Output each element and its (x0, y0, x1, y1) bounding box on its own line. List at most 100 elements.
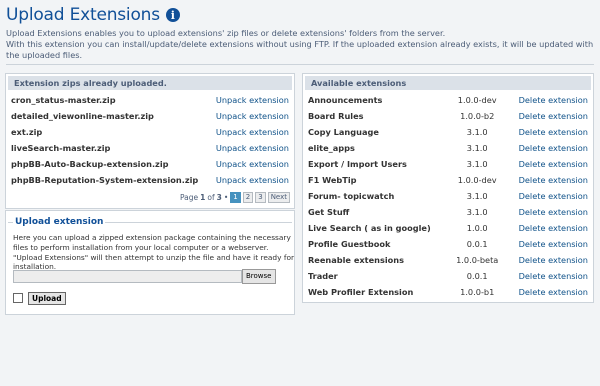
extension-version: 0.0.1 (466, 239, 488, 249)
delete-extension-link[interactable]: Delete extension (506, 108, 593, 124)
extension-row: F1 WebTip 1.0.0-dev Delete extension (303, 172, 593, 188)
zip-row: cron_status-master.zip Unpack extension (6, 92, 294, 108)
next-page-button[interactable]: Next (267, 192, 290, 203)
extension-row: Announcements 1.0.0-dev Delete extension (303, 92, 593, 108)
extension-name: Get Stuff (308, 207, 350, 217)
description-line: With this extension you can install/upda… (6, 39, 594, 60)
upload-checkbox[interactable] (13, 293, 23, 303)
extension-version: 3.1.0 (466, 191, 488, 201)
delete-extension-link[interactable]: Delete extension (506, 140, 593, 156)
extension-name: Export / Import Users (308, 159, 407, 169)
uploaded-zips-panel: Extension zips already uploaded. cron_st… (5, 73, 295, 209)
page-title: Upload Extensions (6, 5, 160, 25)
delete-extension-link[interactable]: Delete extension (506, 92, 593, 108)
extension-row: Forum- topicwatch 3.1.0 Delete extension (303, 188, 593, 204)
extension-name: F1 WebTip (308, 175, 357, 185)
extension-row: Trader 0.0.1 Delete extension (303, 268, 593, 284)
upload-extension-panel: Upload extension Here you can upload a z… (5, 210, 295, 315)
extension-row: Export / Import Users 3.1.0 Delete extensi… (303, 156, 593, 172)
extension-row: Reenable extensions 1.0.0-beta Delete exte… (303, 252, 593, 268)
file-path-input[interactable] (13, 270, 242, 283)
upload-extension-heading: Upload extension (13, 217, 106, 227)
extension-name: Forum- topicwatch (308, 191, 395, 201)
page-header: Upload Extensions i Upload Extensions en… (6, 4, 596, 61)
pagination-current: 1 (200, 193, 206, 202)
zip-filename: ext.zip (11, 127, 43, 137)
upload-button[interactable]: Upload (28, 292, 66, 305)
uploaded-zips-heading: Extension zips already uploaded. (8, 76, 292, 90)
extension-version: 1.0.0 (466, 223, 488, 233)
extension-name: Trader (308, 271, 338, 281)
page-button-2[interactable]: 2 (242, 192, 254, 203)
upload-extension-description: Here you can upload a zipped extension p… (13, 233, 295, 272)
extension-name: Profile Guestbook (308, 239, 391, 249)
zip-filename: liveSearch-master.zip (11, 143, 111, 153)
delete-extension-link[interactable]: Delete extension (506, 172, 593, 188)
extension-name: Copy Language (308, 127, 379, 137)
zip-row: liveSearch-master.zip Unpack extension (6, 140, 294, 156)
delete-extension-link[interactable]: Delete extension (506, 220, 593, 236)
unpack-extension-link[interactable]: Unpack extension (209, 108, 294, 124)
unpack-extension-link[interactable]: Unpack extension (209, 92, 294, 108)
zip-filename: detailed_viewonline-master.zip (11, 111, 154, 121)
extension-version: 0.0.1 (466, 271, 488, 281)
available-extensions-panel: Available extensions Announcements 1.0.0-… (302, 73, 594, 303)
unpack-extension-link[interactable]: Unpack extension (209, 156, 294, 172)
unpack-extension-link[interactable]: Unpack extension (209, 172, 294, 188)
header-divider (6, 64, 594, 65)
extension-name: elite_apps (308, 143, 355, 153)
delete-extension-link[interactable]: Delete extension (506, 124, 593, 140)
delete-extension-link[interactable]: Delete extension (506, 156, 593, 172)
extension-version: 1.0.0-b1 (460, 287, 495, 297)
extension-version: 1.0.0-dev (457, 95, 497, 105)
zip-filename: phpBB-Reputation-System-extension.zip (11, 175, 199, 185)
zip-row: phpBB-Reputation-System-extension.zip Unp… (6, 172, 294, 188)
extension-version: 3.1.0 (466, 159, 488, 169)
delete-extension-link[interactable]: Delete extension (506, 236, 593, 252)
extension-row: Live Search ( as in google) 1.0.0 Delete e… (303, 220, 593, 236)
pagination-of: of (207, 193, 215, 202)
pagination-bullet: • (223, 193, 229, 202)
extension-name: Board Rules (308, 111, 364, 121)
page-button-3[interactable]: 3 (255, 192, 266, 203)
available-extensions-table: Announcements 1.0.0-dev Delete extension Bo… (303, 92, 593, 300)
pagination-total: 3 (216, 193, 222, 202)
extension-row: Board Rules 1.0.0-b2 Delete extension (303, 108, 593, 124)
zip-row: phpBB-Auto-Backup-extension.zip Unpack ex… (6, 156, 294, 172)
extension-row: elite_apps 3.1.0 Delete extension (303, 140, 593, 156)
available-extensions-heading: Available extensions (305, 76, 591, 90)
page-description: Upload Extensions enables you to upload … (6, 28, 596, 61)
delete-extension-link[interactable]: Delete extension (506, 284, 593, 300)
page-button-1[interactable]: 1 (230, 192, 241, 203)
zip-filename: cron_status-master.zip (11, 95, 116, 105)
pagination: Page 1 of 3 • 1 2 3 Next (180, 192, 290, 203)
extension-version: 1.0.0-beta (456, 255, 499, 265)
delete-extension-link[interactable]: Delete extension (506, 252, 593, 268)
extension-version: 1.0.0-b2 (460, 111, 495, 121)
extension-version: 3.1.0 (466, 143, 488, 153)
extension-row: Web Profiler Extension 1.0.0-b1 Delete ext… (303, 284, 593, 300)
extension-name: Announcements (308, 95, 383, 105)
delete-extension-link[interactable]: Delete extension (506, 188, 593, 204)
unpack-extension-link[interactable]: Unpack extension (209, 140, 294, 156)
extension-row: Copy Language 3.1.0 Delete extension (303, 124, 593, 140)
delete-extension-link[interactable]: Delete extension (506, 204, 593, 220)
info-icon[interactable]: i (165, 8, 180, 22)
pagination-prefix: Page (180, 193, 199, 202)
zip-row: ext.zip Unpack extension (6, 124, 294, 140)
zip-filename: phpBB-Auto-Backup-extension.zip (11, 159, 169, 169)
uploaded-zips-table: cron_status-master.zip Unpack extension de… (6, 92, 294, 188)
browse-button[interactable]: Browse (242, 269, 276, 284)
unpack-extension-link[interactable]: Unpack extension (209, 124, 294, 140)
description-line: Upload Extensions enables you to upload … (6, 28, 446, 38)
extension-version: 3.1.0 (466, 127, 488, 137)
extension-name: Live Search ( as in google) (308, 223, 431, 233)
extension-version: 3.1.0 (466, 207, 488, 217)
extension-row: Get Stuff 3.1.0 Delete extension (303, 204, 593, 220)
extension-version: 1.0.0-dev (457, 175, 497, 185)
extension-name: Reenable extensions (308, 255, 404, 265)
extension-name: Web Profiler Extension (308, 287, 414, 297)
zip-row: detailed_viewonline-master.zip Unpack ext… (6, 108, 294, 124)
extension-row: Profile Guestbook 0.0.1 Delete extension (303, 236, 593, 252)
delete-extension-link[interactable]: Delete extension (506, 268, 593, 284)
